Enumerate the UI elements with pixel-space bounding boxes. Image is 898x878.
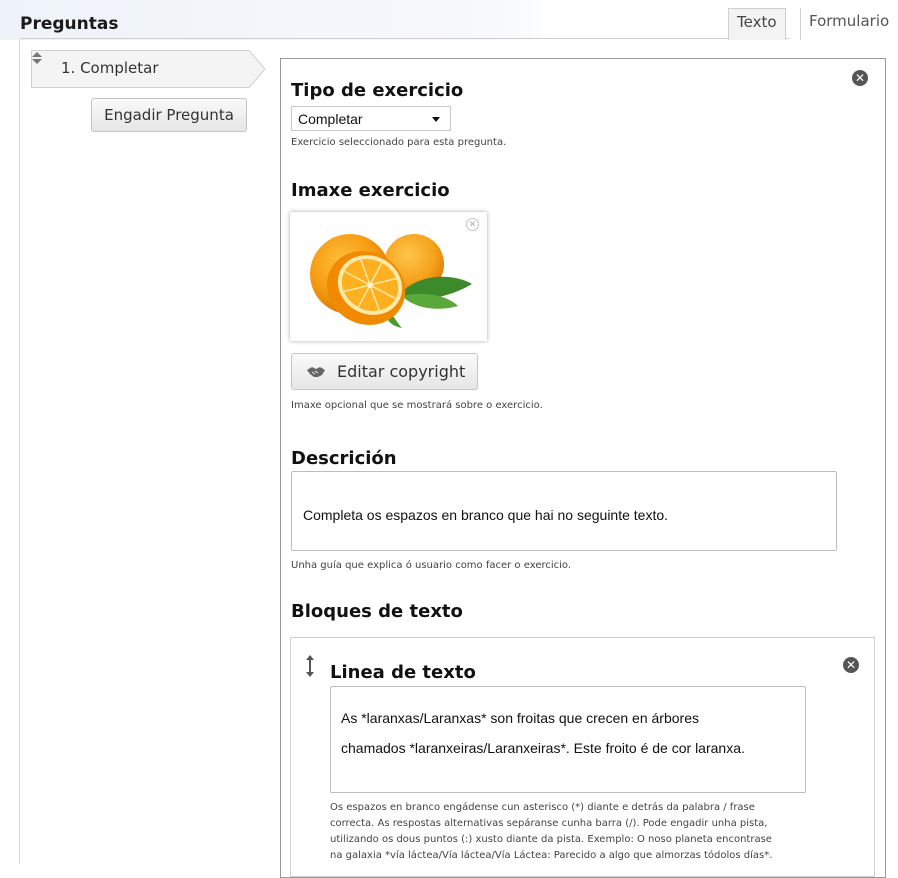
text-line-value-2: chamados *laranxeiras/Laranxeiras*. Este… [341,740,745,756]
description-value: Completa os espazos en branco que hai no… [303,507,669,523]
remove-question-icon[interactable]: ✕ [852,70,868,86]
sort-handle-icon[interactable] [31,50,43,66]
exercise-image-help: Imaxe opcional que se mostrará sobre o e… [291,400,543,411]
text-line-help: Os espazos en branco engádense cun aster… [330,800,772,864]
chevron-down-icon [432,117,440,122]
description-field[interactable]: Completa os espazos en branco que hai no… [291,471,837,551]
handshake-icon [307,367,325,377]
left-border [19,40,20,864]
remove-text-line-icon[interactable]: ✕ [843,657,859,673]
drag-vertical-icon[interactable] [305,655,315,677]
question-item-label: 1. Completar [61,59,159,77]
edit-copyright-label: Editar copyright [337,362,466,381]
exercise-image-title: Imaxe exercicio [291,180,450,201]
header-divider [20,38,790,39]
tab-formulario[interactable]: Formulario [800,8,898,40]
exercise-type-help: Exercicio seleccionado para esta pregunt… [291,137,507,148]
exercise-type-select[interactable]: Completar [291,106,451,131]
text-line-title: Linea de texto [330,662,476,683]
question-item[interactable]: 1. Completar [31,50,266,88]
text-line-field[interactable]: As *laranxas/Laranxas* son froitas que c… [330,686,806,793]
text-blocks-title: Bloques de texto [291,601,463,622]
exercise-type-title: Tipo de exercicio [291,80,464,101]
description-help: Unha guía que explica ó usuario como fac… [291,560,572,571]
oranges-image [310,234,472,328]
remove-image-icon[interactable]: ✕ [466,218,479,231]
text-line-help-4: na galaxia *vía láctea/Vía láctea/Vía Lá… [330,850,773,861]
description-title: Descrición [291,448,397,469]
exercise-image-card: ✕ [290,212,487,341]
text-line-help-2: correcta. As respostas alternativas sepá… [330,818,768,829]
text-line-value-1: As *laranxas/Laranxas* son froitas que c… [341,710,699,726]
edit-copyright-button[interactable]: Editar copyright [291,353,478,390]
exercise-type-selected: Completar [298,111,363,127]
tab-texto[interactable]: Texto [728,8,786,40]
text-line-help-3: utilizando os dous puntos (:) xusto dian… [330,834,772,845]
page-title: Preguntas [20,14,119,34]
add-question-button[interactable]: Engadir Pregunta [91,98,247,132]
text-line-help-1: Os espazos en branco engádense cun aster… [330,802,755,813]
